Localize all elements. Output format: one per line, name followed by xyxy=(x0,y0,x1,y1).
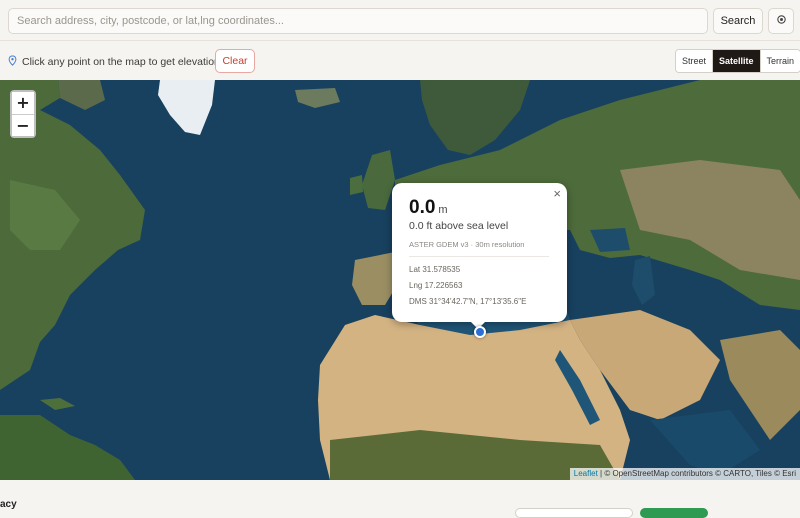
map-pin-icon xyxy=(8,55,17,69)
layer-street-button[interactable]: Street xyxy=(676,50,713,72)
close-icon[interactable]: × xyxy=(553,186,561,201)
attribution-text: | © OpenStreetMap contributors © CARTO, … xyxy=(597,469,796,478)
crosshair-icon xyxy=(776,12,787,30)
hint-text: Click any point on the map to get elevat… xyxy=(22,56,220,68)
map-attribution: Leaflet | © OpenStreetMap contributors ©… xyxy=(569,468,800,480)
location-marker[interactable] xyxy=(474,326,486,338)
footer-bar: acy xyxy=(0,480,800,518)
elevation-readout: 0.0 m xyxy=(409,197,448,219)
search-button[interactable]: Search xyxy=(713,8,763,34)
zoom-control: + − xyxy=(10,90,36,138)
leaflet-link[interactable]: Leaflet xyxy=(574,469,598,478)
dms-readout: DMS 31°34'42.7"N, 17°13'35.6"E xyxy=(409,297,527,306)
footer-primary-button[interactable] xyxy=(640,508,708,518)
popup-divider xyxy=(409,256,549,257)
search-input[interactable] xyxy=(8,8,708,34)
zoom-in-button[interactable]: + xyxy=(12,92,34,114)
latitude-readout: Lat 31.578535 xyxy=(409,265,461,274)
elevation-value: 0.0 xyxy=(409,197,436,218)
search-bar: Search xyxy=(0,0,800,40)
data-source: ASTER GDEM v3 · 30m resolution xyxy=(409,240,525,249)
clear-button[interactable]: Clear xyxy=(215,49,255,73)
elevation-hint: Click any point on the map to get elevat… xyxy=(8,55,220,69)
map-view[interactable]: + − × 0.0 m 0.0 ft above sea level ASTER… xyxy=(0,80,800,480)
layer-satellite-button[interactable]: Satellite xyxy=(712,50,760,72)
footer-secondary-button[interactable] xyxy=(515,508,633,518)
elevation-popup: × 0.0 m 0.0 ft above sea level ASTER GDE… xyxy=(392,183,567,322)
locate-button[interactable] xyxy=(768,8,794,34)
footer-text: acy xyxy=(0,499,17,510)
map-toolbar: Click any point on the map to get elevat… xyxy=(0,40,800,80)
longitude-readout: Lng 17.226563 xyxy=(409,281,463,290)
zoom-out-button[interactable]: − xyxy=(12,114,34,136)
layer-switcher: Street Satellite Terrain xyxy=(675,49,800,73)
elevation-unit: m xyxy=(438,204,448,216)
elevation-feet: 0.0 ft above sea level xyxy=(409,220,509,232)
layer-terrain-button[interactable]: Terrain xyxy=(759,50,800,72)
